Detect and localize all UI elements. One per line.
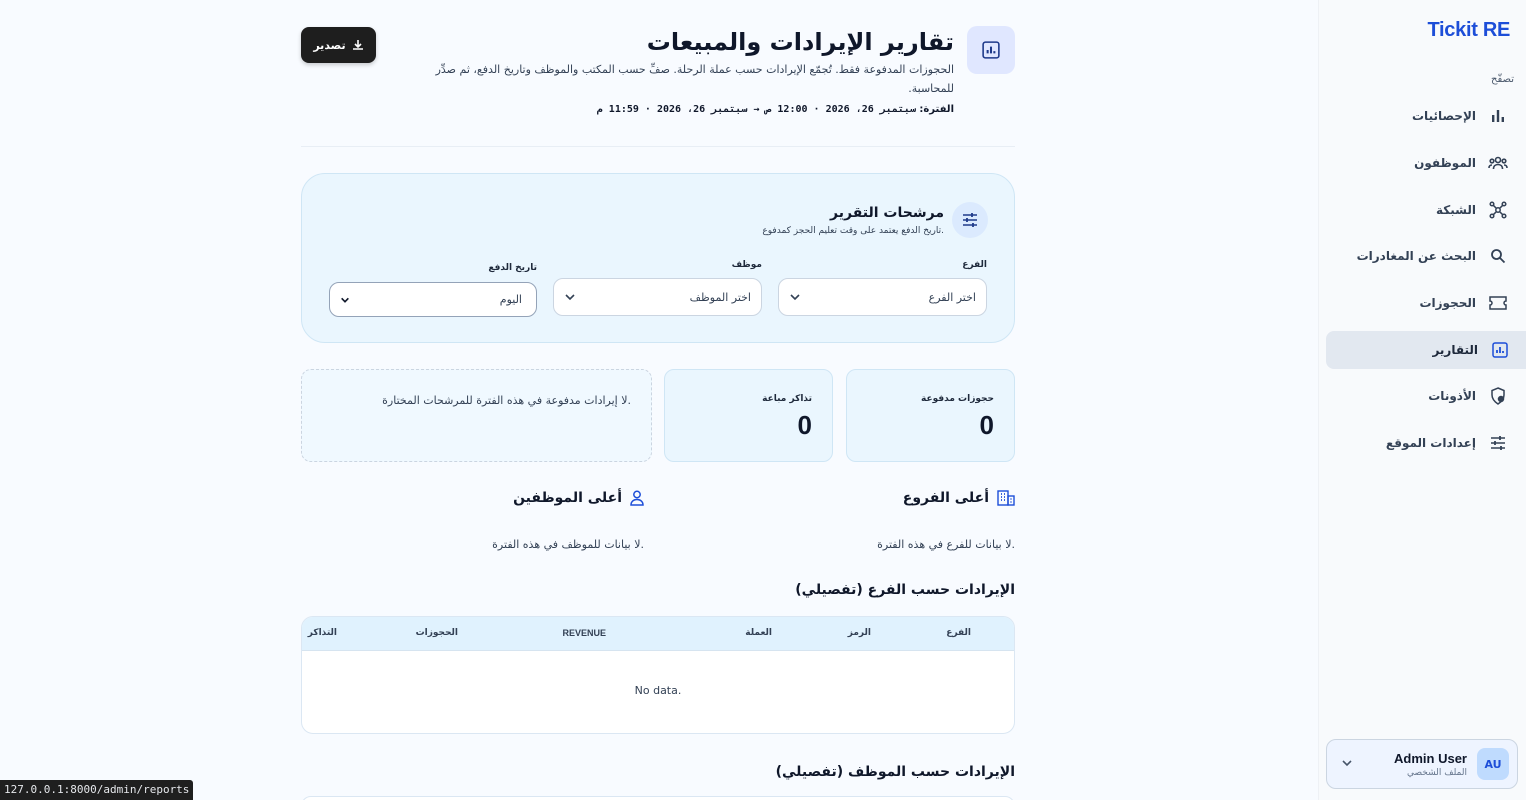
filters-title: مرشحات التقرير	[830, 205, 944, 221]
sidebar-item-bookings[interactable]: الحجوزات	[1328, 285, 1514, 321]
search-icon	[1488, 246, 1508, 266]
column-header: REVENUE	[562, 628, 606, 638]
brand-logo[interactable]: Tickit RE	[1427, 19, 1510, 42]
sidebar-item-departure-search[interactable]: البحث عن المغادرات	[1328, 238, 1514, 274]
stat-label: تذاكر مباعة	[762, 394, 812, 404]
chevron-down-icon	[341, 297, 349, 303]
network-icon	[1488, 200, 1508, 220]
bar-chart-icon	[1488, 106, 1508, 126]
sidebar-item-label: التقارير	[1432, 343, 1478, 357]
branch-label: الفرع	[962, 260, 987, 270]
chevron-down-icon	[565, 294, 575, 301]
sidebar-item-label: إعدادات الموقع	[1385, 436, 1476, 450]
header-divider	[301, 146, 1015, 147]
period-value: سبتمبر 26، 2026 · 12:00 ص → سبتمبر 26، 2…	[596, 104, 916, 115]
table-empty-message: No data.	[634, 684, 682, 697]
top-branches-empty: لا بيانات للفرع في هذه الفترة.	[877, 538, 1015, 551]
report-icon	[967, 26, 1015, 74]
sidebar-item-permissions[interactable]: الأذونات	[1328, 378, 1514, 414]
status-bar-url: 127.0.0.1:8000/admin/reports	[0, 780, 194, 800]
paid-bookings-card: حجوزات مدفوعة 0	[846, 369, 1015, 462]
branch-revenue-table: الفرع الرمز العملة REVENUE الحجوزات التذ…	[301, 616, 1015, 734]
top-branches-header: أعلى الفروع	[903, 490, 1015, 506]
sidebar-item-reports[interactable]: التقارير	[1326, 331, 1526, 369]
sidebar-item-label: البحث عن المغادرات	[1356, 249, 1476, 263]
sidebar-item-site-settings[interactable]: إعدادات الموقع	[1328, 425, 1514, 461]
page-description: الحجوزات المدفوعة فقط. تُجمّع الإيرادات …	[435, 63, 954, 95]
table-header: الفرع الرمز العملة REVENUE الحجوزات التذ…	[302, 617, 1014, 651]
column-header: العملة	[745, 628, 772, 638]
avatar: AU	[1477, 748, 1509, 780]
stat-label: حجوزات مدفوعة	[921, 394, 994, 404]
stat-value: 0	[797, 410, 812, 440]
filters-subtitle: تاريخ الدفع يعتمد على وقت تعليم الحجز كم…	[762, 226, 944, 236]
ticket-icon	[1488, 293, 1508, 313]
sidebar-item-employees[interactable]: الموظفون	[1328, 145, 1514, 181]
sidebar-item-statistics[interactable]: الإحصائيات	[1328, 98, 1514, 134]
sidebar: Tickit RE تصفّح الإحصائيات الموظفون الشب…	[1318, 0, 1526, 800]
chevron-down-icon[interactable]	[1341, 757, 1353, 772]
sidebar-item-label: الإحصائيات	[1412, 109, 1476, 123]
section-title: أعلى الفروع	[902, 490, 989, 506]
building-icon	[997, 490, 1015, 506]
sidebar-item-label: الحجوزات	[1419, 296, 1476, 310]
payment-date-select[interactable]: اليوم	[329, 282, 537, 317]
sidebar-item-label: الموظفون	[1414, 156, 1476, 170]
filter-sliders-icon	[952, 202, 988, 238]
branch-select-value: اختر الفرع	[928, 290, 976, 304]
section-title: أعلى الموظفين	[513, 490, 622, 506]
page-title: تقارير الإيرادات والمبيعات	[646, 28, 954, 56]
column-header: الرمز	[847, 628, 871, 638]
employee-select[interactable]: اختر الموظف	[553, 278, 762, 316]
sidebar-item-label: الأذونات	[1428, 389, 1476, 403]
branch-select[interactable]: اختر الفرع	[778, 278, 987, 316]
user-icon	[630, 490, 644, 506]
report-icon	[1490, 340, 1510, 360]
column-header: الفرع	[946, 628, 971, 638]
stat-value: 0	[979, 410, 994, 440]
nav-heading: تصفّح	[1491, 74, 1514, 85]
top-employees-empty: لا بيانات للموظف في هذه الفترة.	[492, 538, 644, 551]
employee-revenue-table	[301, 796, 1015, 800]
empty-message: لا إيرادات مدفوعة في هذه الفترة للمرشحات…	[382, 394, 631, 407]
chevron-down-icon	[790, 294, 800, 301]
sliders-icon	[1488, 433, 1508, 453]
sidebar-item-label: الشبكة	[1436, 203, 1476, 217]
download-icon	[352, 40, 363, 50]
report-period: الفترة: سبتمبر 26، 2026 · 12:00 ص → سبتم…	[597, 104, 954, 115]
main-content: تقارير الإيرادات والمبيعات الحجوزات المد…	[301, 0, 1015, 800]
column-header: الحجوزات	[415, 628, 458, 638]
employee-table-title: الإيرادات حسب الموظف (تفصيلي)	[775, 764, 1015, 780]
users-icon	[1488, 153, 1508, 173]
user-name: Admin User	[1394, 750, 1467, 766]
shield-icon	[1488, 386, 1508, 406]
revenue-empty-card: لا إيرادات مدفوعة في هذه الفترة للمرشحات…	[301, 369, 652, 462]
employee-select-value: اختر الموظف	[689, 290, 751, 304]
top-employees-header: أعلى الموظفين	[513, 490, 644, 506]
user-profile-link: الملف الشخصي	[1407, 767, 1467, 778]
sidebar-item-network[interactable]: الشبكة	[1328, 192, 1514, 228]
payment-date-label: تاريخ الدفع	[488, 263, 537, 273]
employee-label: موظف	[731, 260, 762, 270]
tickets-sold-card: تذاكر مباعة 0	[664, 369, 833, 462]
period-label: الفترة:	[919, 104, 954, 115]
user-menu[interactable]: AU Admin User الملف الشخصي	[1326, 739, 1518, 789]
export-label: تصدير	[313, 38, 346, 52]
column-header: التذاكر	[307, 628, 337, 638]
branch-table-title: الإيرادات حسب الفرع (تفصيلي)	[795, 582, 1015, 598]
report-filters-panel: مرشحات التقرير تاريخ الدفع يعتمد على وقت…	[301, 173, 1015, 343]
payment-date-value: اليوم	[499, 293, 522, 306]
export-button[interactable]: تصدير	[301, 27, 376, 63]
